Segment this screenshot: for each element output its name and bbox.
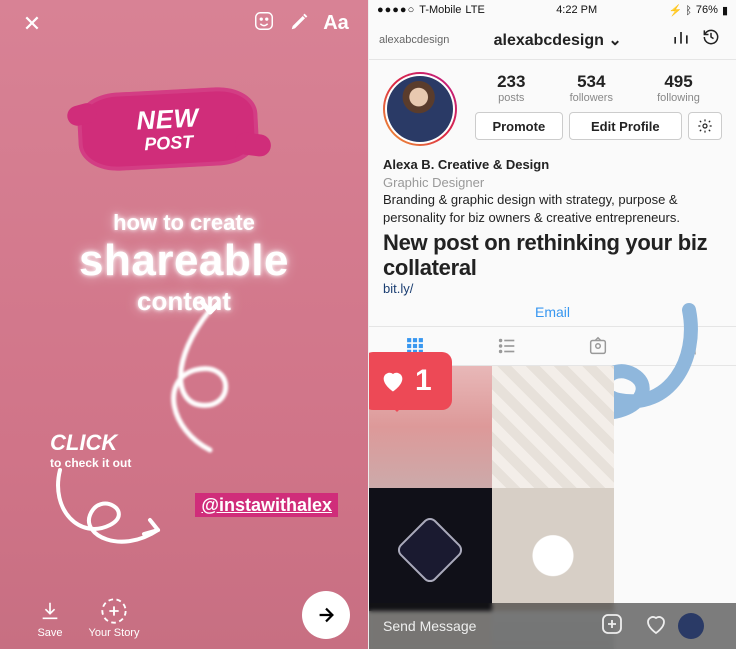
handle-small: alexabcdesign (379, 34, 449, 46)
story-editor: ✕ Aa NEW POST how to create shareable co… (0, 0, 368, 649)
carrier-label: T-Mobile (419, 4, 461, 16)
title-bar: alexabcdesign alexabcdesign ⌄ (369, 20, 736, 60)
insights-icon[interactable] (666, 27, 696, 52)
story-overlay-headline: New post on rethinking your biz collater… (369, 228, 736, 281)
headline-line2: shareable (0, 236, 368, 286)
signal-icon: ●●●●○ (377, 4, 415, 16)
clock-label: 4:22 PM (556, 4, 597, 16)
grid-post[interactable] (369, 488, 492, 611)
story-toolbar: ✕ Aa (0, 10, 368, 37)
arrow-squiggle-icon (140, 280, 260, 470)
like-notification[interactable]: 1 (368, 352, 452, 410)
send-story-button[interactable] (302, 591, 350, 639)
bluetooth-icon: ⚡ ᛒ (669, 4, 692, 17)
profile-nav-icon[interactable] (678, 613, 722, 639)
avatar[interactable] (383, 72, 457, 146)
sticker-icon[interactable] (246, 10, 282, 37)
bio-text: Branding & graphic design with strategy,… (383, 191, 722, 226)
activity-icon[interactable] (634, 612, 678, 641)
arrow-squiggle2-icon (40, 460, 170, 580)
headline-line1: how to create (0, 210, 368, 236)
edit-profile-button[interactable]: Edit Profile (569, 112, 682, 140)
new-post-icon[interactable] (590, 612, 634, 641)
bio-category: Graphic Designer (383, 174, 722, 192)
send-message-button[interactable]: Send Message (383, 618, 590, 634)
email-button[interactable]: Email (369, 296, 736, 326)
your-story-icon (82, 595, 146, 627)
your-story-label: Your Story (82, 627, 146, 639)
battery-icon: ▮ (722, 4, 728, 17)
save-button[interactable]: Save (18, 595, 82, 639)
draw-icon[interactable] (282, 10, 318, 37)
mention-tag[interactable]: @instawithalex (195, 495, 338, 516)
mention-text[interactable]: @instawithalex (195, 493, 338, 517)
download-icon (18, 595, 82, 627)
profile-stats: 233 posts 534 followers 495 following Pr… (475, 72, 722, 146)
battery-label: 76% (696, 4, 718, 16)
stat-posts[interactable]: 233 posts (497, 72, 525, 104)
text-tool-icon[interactable]: Aa (318, 12, 354, 35)
saved-tab-icon[interactable] (644, 327, 736, 365)
tagged-tab-icon[interactable] (553, 327, 645, 365)
bio-link-line: bit.ly/ (369, 281, 736, 296)
heart-icon (379, 367, 407, 395)
grid-post[interactable]: 1 (369, 366, 492, 489)
story-bottom-bar: Save Your Story (0, 591, 368, 639)
network-label: LTE (465, 4, 484, 16)
bio-name: Alexa B. Creative & Design (383, 156, 722, 174)
grid-post[interactable] (492, 366, 615, 489)
click-line1: CLICK (50, 430, 131, 456)
close-icon[interactable]: ✕ (14, 11, 50, 37)
bottom-nav: Send Message (369, 603, 736, 649)
new-post-badge: NEW POST (76, 85, 260, 172)
profile-screen: ●●●●○ T-Mobile LTE 4:22 PM ⚡ ᛒ 76% ▮ ale… (368, 0, 736, 649)
profile-username[interactable]: alexabcdesign ⌄ (449, 30, 666, 50)
list-tab-icon[interactable] (461, 327, 553, 365)
badge-line2: POST (144, 132, 194, 156)
save-label: Save (18, 627, 82, 639)
profile-header: 233 posts 534 followers 495 following Pr… (369, 60, 736, 150)
archive-icon[interactable] (696, 27, 726, 52)
status-bar: ●●●●○ T-Mobile LTE 4:22 PM ⚡ ᛒ 76% ▮ (369, 0, 736, 20)
profile-bio: Alexa B. Creative & Design Graphic Desig… (369, 150, 736, 228)
your-story-button[interactable]: Your Story (82, 595, 146, 639)
stat-followers[interactable]: 534 followers (570, 72, 613, 104)
chevron-down-icon: ⌄ (608, 32, 621, 49)
stat-following[interactable]: 495 following (657, 72, 700, 104)
promote-button[interactable]: Promote (475, 112, 563, 140)
bio-link[interactable]: bit.ly/ (383, 281, 413, 296)
gear-icon (697, 118, 713, 134)
like-count: 1 (415, 364, 432, 398)
settings-button[interactable] (688, 112, 722, 140)
grid-post[interactable] (492, 488, 615, 611)
